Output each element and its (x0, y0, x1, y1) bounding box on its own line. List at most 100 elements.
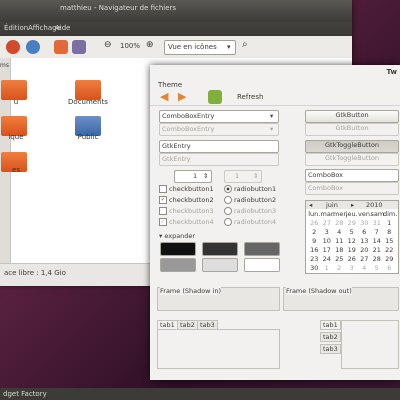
combo-box[interactable]: ComboBox (305, 169, 399, 182)
day-cell[interactable]: 6 (383, 264, 396, 272)
day-cell[interactable]: 12 (346, 237, 359, 245)
side-tab-2[interactable]: tab2 (320, 332, 341, 342)
combo-entry[interactable]: ComboBoxEntry ▾ (159, 110, 279, 123)
day-cell[interactable]: 27 (358, 255, 371, 263)
day-cell[interactable]: 28 (333, 219, 346, 227)
day-cell[interactable]: 26 (346, 255, 359, 263)
reload-icon[interactable] (26, 40, 40, 54)
day-cell[interactable]: 8 (383, 228, 396, 236)
day-cell[interactable]: 17 (321, 246, 334, 254)
day-cell[interactable]: 3 (321, 228, 334, 236)
day-cell[interactable]: 4 (358, 264, 371, 272)
file-manager-menubar: Édition Affichage Aide (0, 22, 352, 36)
day-cell[interactable]: 10 (321, 237, 334, 245)
day-cell[interactable]: 11 (333, 237, 346, 245)
next-month-icon[interactable]: ▸ (351, 201, 354, 209)
computer-icon[interactable] (72, 40, 86, 54)
day-cell[interactable]: 15 (383, 237, 396, 245)
home-icon[interactable] (54, 40, 68, 54)
refresh-button[interactable]: Refresh (237, 93, 263, 101)
folder-icon[interactable] (1, 80, 27, 100)
day-cell[interactable]: 14 (371, 237, 384, 245)
day-cell[interactable]: 29 (346, 219, 359, 227)
checkbutton-label: checkbutton3 (169, 207, 214, 215)
day-cell[interactable]: 31 (371, 219, 384, 227)
day-cell[interactable]: 25 (333, 255, 346, 263)
prev-month-icon[interactable]: ◂ (309, 201, 312, 209)
forward-icon[interactable]: ▶ (178, 90, 186, 103)
menu-theme[interactable]: Theme (158, 81, 182, 89)
calendar-month: juin (326, 201, 338, 209)
spin-button[interactable]: 1 ⇕ (174, 170, 212, 183)
day-cell[interactable]: 5 (346, 228, 359, 236)
chevron-down-icon: ▾ (270, 125, 274, 133)
checkbutton3: checkbutton3 (159, 207, 214, 215)
gtk-button[interactable]: GtkButton (305, 110, 399, 123)
toggle-button-disabled: GtkToggleButton (305, 153, 399, 166)
day-cell[interactable]: 6 (358, 228, 371, 236)
day-cell[interactable]: 16 (308, 246, 321, 254)
folder-label: Public (77, 133, 99, 141)
frame-label: Frame (Shadow out) (286, 287, 352, 295)
menu-help[interactable]: Aide (55, 24, 70, 32)
calendar-week: 26 27 28 29 30 31 1 (308, 219, 398, 227)
calendar[interactable]: ◂ juin ▸ 2010 lun.mar.mer.jeu.ven.sam.di… (305, 200, 399, 274)
stop-icon[interactable] (6, 40, 20, 54)
theme-titlebar: Tw (150, 65, 400, 80)
day-cell[interactable]: 18 (333, 246, 346, 254)
day-cell[interactable]: 13 (358, 237, 371, 245)
checkbutton2[interactable]: ✓ checkbutton2 (159, 196, 214, 204)
day-cell[interactable]: 19 (346, 246, 359, 254)
zoom-out-icon[interactable]: ⊖ (104, 40, 112, 50)
radiobutton1[interactable]: radiobutton1 (224, 185, 276, 193)
day-cell[interactable]: 24 (321, 255, 334, 263)
day-cell[interactable]: 21 (371, 246, 384, 254)
day-cell[interactable]: 4 (333, 228, 346, 236)
radiobutton4: radiobutton4 (224, 218, 276, 226)
day-cell[interactable]: 20 (358, 246, 371, 254)
day-cell[interactable]: 29 (383, 255, 396, 263)
zoom-level: 100% (120, 42, 141, 50)
day-cell[interactable]: 30 (358, 219, 371, 227)
side-tab-3[interactable]: tab3 (320, 344, 341, 354)
day-cell[interactable]: 30 (308, 264, 321, 272)
sidebar-tab[interactable]: ms (0, 62, 9, 69)
color-swatch (244, 258, 280, 272)
gtk-entry[interactable]: GtkEntry (159, 140, 279, 153)
combo-entry-text: ComboBoxEntry (162, 112, 215, 120)
expander[interactable]: ▾ expander (159, 232, 195, 240)
add-icon[interactable] (208, 90, 222, 104)
view-mode-select[interactable]: Vue en icônes ▾ (164, 40, 236, 55)
day-cell[interactable]: 23 (308, 255, 321, 263)
side-tab-1[interactable]: tab1 (320, 320, 341, 330)
search-icon[interactable]: ⌕ (242, 39, 248, 50)
taskbar-item[interactable]: dget Factory (3, 390, 47, 398)
day-cell[interactable]: 2 (333, 264, 346, 272)
day-cell[interactable]: 7 (371, 228, 384, 236)
folder-icon[interactable] (75, 80, 101, 100)
day-cell[interactable]: 9 (308, 237, 321, 245)
combo-box-text: ComboBox (308, 171, 344, 179)
zoom-in-icon[interactable]: ⊕ (146, 40, 154, 50)
back-icon[interactable]: ◀ (160, 90, 168, 103)
weekday: lun. (308, 210, 321, 218)
checkbutton-label: checkbutton1 (169, 185, 214, 193)
day-cell[interactable]: 5 (371, 264, 384, 272)
menu-edit[interactable]: Édition (4, 24, 28, 32)
radiobutton2[interactable]: radiobutton2 (224, 196, 276, 204)
checkbutton1[interactable]: checkbutton1 (159, 185, 214, 193)
side-notebook-page (341, 320, 399, 369)
day-cell[interactable]: 3 (346, 264, 359, 272)
toggle-button[interactable]: GtkToggleButton (305, 140, 399, 153)
day-cell[interactable]: 2 (308, 228, 321, 236)
day-cell[interactable]: 26 (308, 219, 321, 227)
day-cell[interactable]: 1 (383, 219, 396, 227)
notebook-page (157, 329, 280, 369)
expander-label: expander (164, 232, 196, 240)
day-cell[interactable]: 22 (383, 246, 396, 254)
day-cell[interactable]: 28 (371, 255, 384, 263)
day-cell[interactable]: 27 (321, 219, 334, 227)
chevron-down-icon: ▾ (227, 43, 231, 51)
day-cell[interactable]: 1 (321, 264, 334, 272)
spin-value: 1 (193, 172, 198, 180)
